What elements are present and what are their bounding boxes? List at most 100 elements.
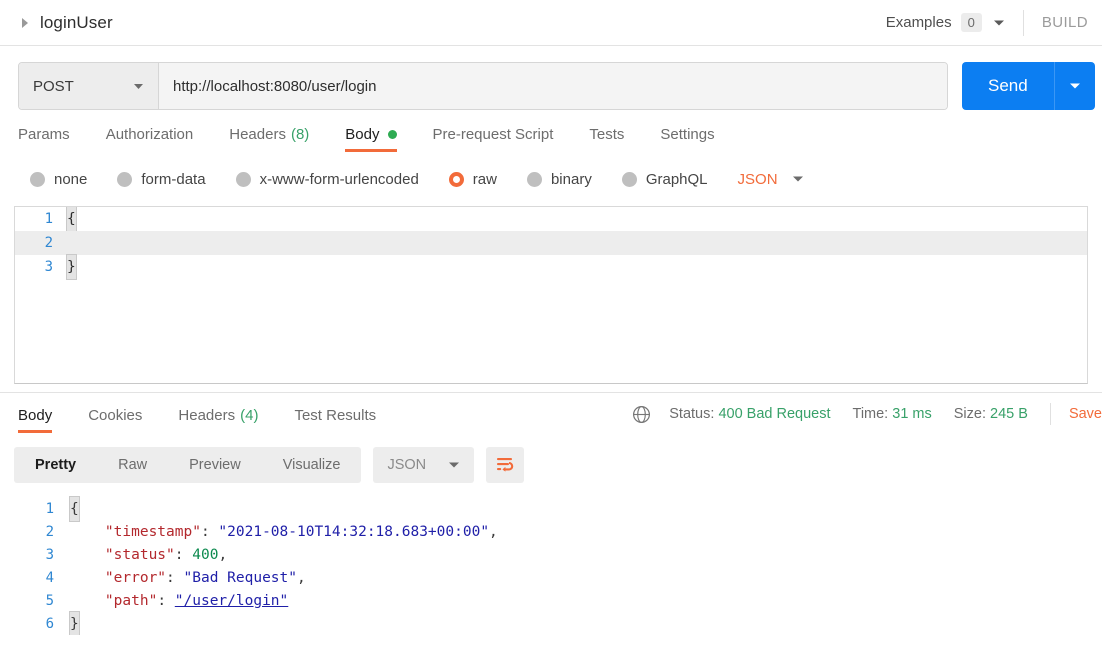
tab-pre-request-script[interactable]: Pre-request Script bbox=[433, 126, 554, 152]
radio-icon bbox=[235, 171, 251, 187]
body-type-x-www-form-urlencoded[interactable]: x-www-form-urlencoded bbox=[235, 170, 419, 188]
response-status-bar: Status: 400 Bad Request Time: 31 ms Size… bbox=[632, 403, 1102, 433]
send-options-button[interactable] bbox=[1053, 62, 1095, 110]
time-item: Time: 31 ms bbox=[853, 406, 932, 422]
line-number: 3 bbox=[45, 546, 54, 563]
build-tab[interactable]: BUILD bbox=[1042, 14, 1088, 31]
code-text: } bbox=[69, 610, 80, 635]
body-type-raw[interactable]: raw bbox=[448, 171, 497, 188]
body-type-form-data[interactable]: form-data bbox=[117, 171, 206, 188]
request-body-editor[interactable]: 1 { 2 3 } bbox=[14, 206, 1088, 384]
chevron-down-icon[interactable] bbox=[993, 19, 1005, 27]
response-tab-test-results[interactable]: Test Results bbox=[294, 407, 376, 433]
request-header-bar: loginUser Examples 0 BUILD bbox=[0, 0, 1102, 46]
tab-label: Pre-request Script bbox=[432, 126, 554, 143]
raw-format-select[interactable]: JSON bbox=[738, 171, 804, 188]
tab-label: Headers bbox=[178, 407, 236, 424]
radio-label: none bbox=[54, 170, 88, 188]
line-number: 2 bbox=[44, 235, 53, 251]
radio-icon bbox=[117, 171, 133, 187]
line-number: 1 bbox=[45, 500, 54, 517]
url-input[interactable]: http://localhost:8080/user/login bbox=[159, 63, 947, 109]
response-body-viewer[interactable]: 1 { 2 "timestamp": "2021-08-10T14:32:18.… bbox=[0, 483, 1102, 635]
json-colon: : bbox=[200, 523, 219, 540]
tab-label: Test Results bbox=[294, 407, 377, 424]
tab-body[interactable]: Body bbox=[345, 126, 397, 152]
tab-settings[interactable]: Settings bbox=[660, 126, 714, 152]
json-key: "timestamp" bbox=[104, 523, 201, 540]
json-colon: : bbox=[157, 592, 175, 609]
body-type-graphql[interactable]: GraphQL bbox=[621, 170, 708, 188]
response-tab-cookies[interactable]: Cookies bbox=[88, 407, 142, 433]
pane-divider[interactable] bbox=[0, 384, 1102, 393]
code-text: } bbox=[66, 254, 77, 280]
response-headers-count: (4) bbox=[240, 407, 259, 424]
tab-tests[interactable]: Tests bbox=[589, 126, 624, 152]
line-number: 6 bbox=[45, 615, 54, 632]
response-tab-headers[interactable]: Headers (4) bbox=[178, 407, 258, 433]
examples-label: Examples bbox=[885, 14, 952, 31]
response-view-segments: Pretty Raw Preview Visualize bbox=[14, 447, 362, 483]
response-header: Body Cookies Headers (4) Test Results St… bbox=[0, 393, 1102, 433]
segment-visualize[interactable]: Visualize bbox=[262, 447, 362, 483]
send-button[interactable]: Send bbox=[962, 62, 1054, 110]
json-value: "2021-08-10T14:32:18.683+00:00" bbox=[218, 523, 490, 540]
header-right-group: Examples 0 BUILD bbox=[886, 0, 1088, 45]
radio-label: GraphQL bbox=[645, 170, 708, 188]
tab-params[interactable]: Params bbox=[18, 126, 70, 152]
json-comma: , bbox=[218, 546, 228, 563]
page-title: loginUser bbox=[40, 12, 113, 32]
tab-authorization[interactable]: Authorization bbox=[106, 126, 194, 152]
word-wrap-icon[interactable] bbox=[486, 447, 525, 483]
request-tabs: Params Authorization Headers (8) Body Pr… bbox=[0, 110, 1102, 152]
segment-pretty[interactable]: Pretty bbox=[14, 447, 97, 483]
json-colon: : bbox=[174, 546, 193, 563]
segment-preview[interactable]: Preview bbox=[168, 447, 262, 483]
line-number: 5 bbox=[45, 592, 54, 609]
chevron-down-icon bbox=[448, 461, 460, 469]
radio-label: x-www-form-urlencoded bbox=[259, 170, 419, 188]
url-value: http://localhost:8080/user/login bbox=[173, 77, 377, 95]
status-value: 400 Bad Request bbox=[718, 406, 831, 422]
chevron-down-icon bbox=[133, 83, 144, 90]
response-tab-body[interactable]: Body bbox=[18, 407, 53, 433]
method-url-group: POST http://localhost:8080/user/login bbox=[18, 62, 948, 110]
code-line: 2 "timestamp": "2021-08-10T14:32:18.683+… bbox=[0, 520, 1102, 543]
json-key: "error" bbox=[104, 569, 167, 586]
response-view-toolbar: Pretty Raw Preview Visualize JSON bbox=[0, 433, 1102, 483]
raw-format-value: JSON bbox=[737, 170, 778, 188]
http-method-select[interactable]: POST bbox=[19, 63, 159, 109]
tab-headers[interactable]: Headers (8) bbox=[229, 126, 309, 152]
chevron-down-icon bbox=[1069, 83, 1080, 89]
tab-label: Settings bbox=[660, 126, 715, 143]
json-comma: , bbox=[489, 523, 498, 540]
line-number: 1 bbox=[44, 211, 53, 227]
code-line: 5 "path": "/user/login" bbox=[0, 589, 1102, 612]
response-tabs: Body Cookies Headers (4) Test Results bbox=[18, 407, 412, 433]
tab-label: Params bbox=[18, 126, 70, 143]
globe-icon[interactable] bbox=[632, 405, 651, 424]
code-line: 1 { bbox=[0, 495, 1102, 522]
json-comma: , bbox=[297, 569, 306, 586]
json-value: "Bad Request" bbox=[183, 569, 298, 586]
response-format-select[interactable]: JSON bbox=[373, 447, 475, 483]
radio-icon bbox=[30, 171, 45, 187]
json-value-link[interactable]: "/user/login" bbox=[175, 593, 289, 609]
code-text: { bbox=[69, 495, 80, 522]
body-type-none[interactable]: none bbox=[30, 171, 87, 188]
json-value: 400 bbox=[192, 546, 219, 563]
body-type-selector: none form-data x-www-form-urlencoded raw… bbox=[0, 152, 1102, 192]
triangle-right-icon[interactable] bbox=[18, 16, 32, 30]
line-number: 3 bbox=[44, 259, 53, 275]
code-text: "timestamp": "2021-08-10T14:32:18.683+00… bbox=[70, 520, 498, 544]
segment-raw[interactable]: Raw bbox=[97, 447, 168, 483]
examples-count-badge: 0 bbox=[960, 13, 982, 32]
radio-icon bbox=[621, 171, 637, 187]
radio-label: binary bbox=[550, 170, 592, 188]
save-response-button[interactable]: Save bbox=[1069, 406, 1102, 422]
body-present-dot-icon bbox=[387, 130, 397, 139]
response-code: 1 { 2 "timestamp": "2021-08-10T14:32:18.… bbox=[0, 495, 1102, 635]
body-type-binary[interactable]: binary bbox=[526, 170, 592, 188]
response-format-value: JSON bbox=[387, 457, 427, 473]
url-bar: POST http://localhost:8080/user/login Se… bbox=[0, 46, 1102, 110]
